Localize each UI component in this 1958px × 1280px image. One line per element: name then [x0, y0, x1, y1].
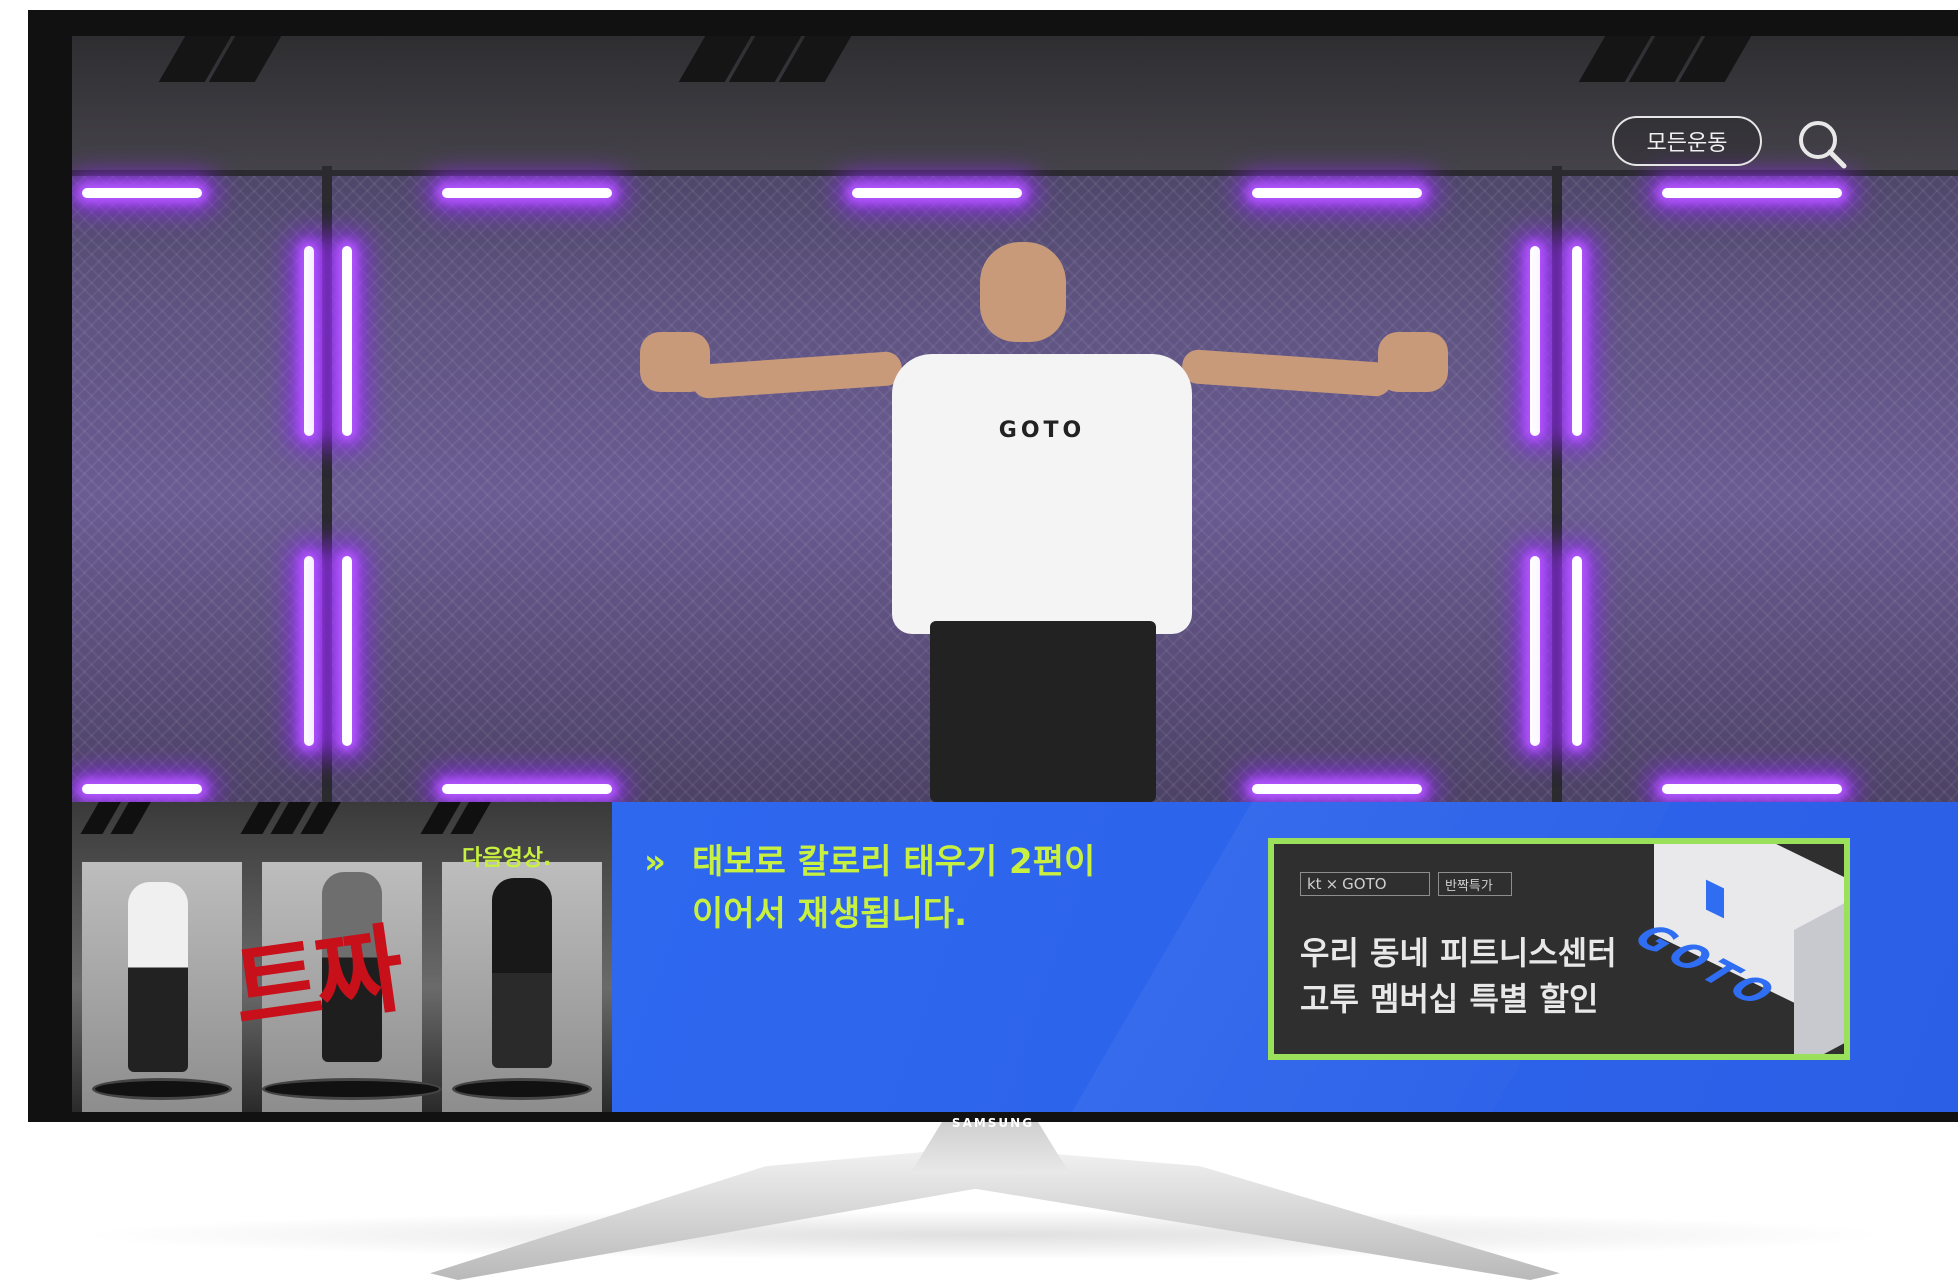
trainer-head: [980, 242, 1066, 342]
trainer-right-arm: [1181, 348, 1393, 398]
promo-headline-line1: 우리 동네 피트니스센터: [1300, 934, 1617, 972]
shirt-logo: GOTO: [998, 418, 1086, 443]
thumb-person: [492, 878, 552, 1068]
search-button[interactable]: [1794, 116, 1850, 172]
trainer-right-hand: [1378, 332, 1448, 392]
trainer-shorts: [930, 621, 1156, 802]
next-video-bar: 트짜 다음영상. » 태보로 칼로리 태우기 2편이 이어서 재생됩니다. GOT…: [72, 802, 1958, 1112]
promo-headline-line2: 고투 멤버십 특별 할인: [1300, 980, 1599, 1018]
tv-screen: GOTO 모든운동 트짜 다음영상. » 태보로 칼로리 태우기 2편이 이어서…: [72, 36, 1958, 1112]
video-player[interactable]: GOTO 모든운동: [72, 36, 1958, 806]
next-video-thumbnail[interactable]: 트짜 다음영상.: [72, 802, 612, 1112]
all-exercise-button[interactable]: 모든운동: [1612, 116, 1762, 166]
goto-promo-banner[interactable]: GOTO kt × GOTO 반짝특가 우리 동네 피트니스센터 고투 멤버십 …: [1268, 838, 1850, 1060]
brand-cross: ×: [1325, 875, 1339, 893]
floor-shadow: [70, 1210, 1900, 1260]
kt-goto-brand-tag: kt × GOTO: [1300, 872, 1430, 896]
thumb-person: [128, 882, 188, 1072]
search-icon: [1799, 121, 1847, 169]
double-chevron-icon: »: [644, 842, 666, 882]
tv-bezel: GOTO 모든운동 트짜 다음영상. » 태보로 칼로리 태우기 2편이 이어서…: [28, 10, 1958, 1130]
flash-deal-badge: 반짝특가: [1438, 872, 1512, 896]
all-exercise-label: 모든운동: [1646, 131, 1728, 156]
next-message-line2: 이어서 재생됩니다.: [692, 894, 967, 934]
trainer-left-hand: [640, 332, 710, 392]
promo-headline: 우리 동네 피트니스센터 고투 멤버십 특별 할인: [1300, 930, 1617, 1022]
thumb-brush-title: 트짜: [226, 912, 405, 1047]
trainer-shirt: GOTO: [892, 354, 1192, 634]
trainer-left-arm: [691, 350, 903, 400]
next-video-label: 다음영상.: [462, 846, 552, 871]
kt-logo: kt: [1307, 875, 1322, 893]
next-video-message: » 태보로 칼로리 태우기 2편이 이어서 재생됩니다.: [644, 836, 1095, 940]
goto-logo: GOTO: [1342, 875, 1387, 893]
tv-brand-logo: SAMSUNG: [951, 1116, 1035, 1130]
next-message-line1: 태보로 칼로리 태우기 2편이: [692, 842, 1096, 882]
